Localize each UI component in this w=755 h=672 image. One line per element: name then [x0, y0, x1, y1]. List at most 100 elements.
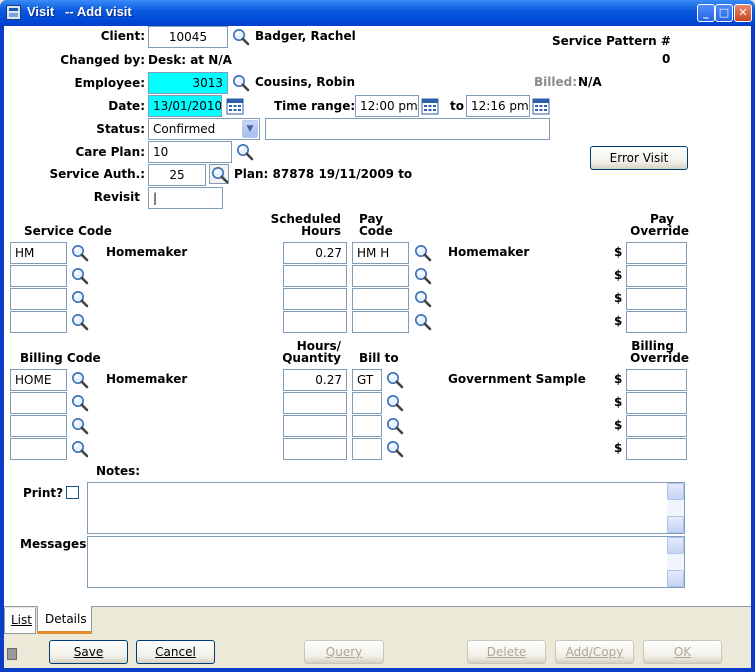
bill-to-field[interactable]: [352, 415, 382, 437]
time-to-icon[interactable]: [532, 97, 550, 115]
delete-button[interactable]: Delete: [467, 640, 546, 664]
billing-code-field[interactable]: [10, 392, 67, 414]
bill-to-field[interactable]: [352, 438, 382, 460]
billing-code-lookup-icon[interactable]: [70, 393, 90, 413]
bill-to-lookup-icon[interactable]: [385, 416, 405, 436]
currency-symbol: $: [614, 395, 623, 409]
messages-scrollbar[interactable]: [667, 537, 684, 587]
ok-button[interactable]: OK: [643, 640, 722, 664]
pay-code-field[interactable]: [352, 265, 409, 287]
billing-code-lookup-icon[interactable]: [70, 370, 90, 390]
billing-code-desc: Homemaker: [106, 372, 188, 386]
bill-to-field[interactable]: [352, 392, 382, 414]
tab-list[interactable]: List: [4, 608, 36, 634]
billing-code-lookup-icon[interactable]: [70, 416, 90, 436]
billing-code-lookup-icon[interactable]: [70, 439, 90, 459]
bill-to-field[interactable]: GT: [352, 369, 382, 391]
pay-override-field[interactable]: [626, 311, 687, 333]
service-code-field[interactable]: [10, 311, 67, 333]
bill-to-lookup-icon[interactable]: [385, 393, 405, 413]
pay-code-lookup-icon[interactable]: [413, 243, 433, 263]
care-plan-label: Care Plan:: [75, 145, 146, 159]
time-from-icon[interactable]: [421, 97, 439, 115]
date-field[interactable]: 13/01/2010: [148, 95, 222, 117]
window: Visit -- Add visit _ □ ✕ Client: 10045 B…: [0, 0, 755, 672]
billing-code-field[interactable]: [10, 415, 67, 437]
client-lookup-icon[interactable]: [231, 27, 251, 47]
hours-quantity-field[interactable]: [283, 392, 347, 414]
service-auth-lookup-icon[interactable]: [209, 164, 229, 184]
tab-details[interactable]: Details: [37, 606, 92, 634]
title-bar[interactable]: Visit -- Add visit _ □ ✕: [0, 0, 755, 26]
chevron-down-icon[interactable]: ▼: [242, 120, 258, 138]
date-calendar-icon[interactable]: [226, 97, 244, 115]
notes-scrollbar[interactable]: [667, 483, 684, 533]
pay-code-field[interactable]: [352, 311, 409, 333]
scroll-down-icon[interactable]: [667, 570, 684, 587]
status-note-field[interactable]: [265, 118, 550, 140]
service-code-lookup-icon[interactable]: [70, 266, 90, 286]
service-code-desc: Homemaker: [106, 245, 188, 259]
bill-to-lookup-icon[interactable]: [385, 370, 405, 390]
app-icon: [6, 5, 21, 20]
scroll-up-icon[interactable]: [667, 483, 684, 500]
billing-override-field[interactable]: [626, 438, 687, 460]
currency-symbol: $: [614, 314, 623, 328]
time-to-field[interactable]: 12:16 pm: [466, 95, 530, 117]
service-code-lookup-icon[interactable]: [70, 289, 90, 309]
minimize-button[interactable]: _: [697, 4, 715, 22]
cancel-button[interactable]: Cancel: [136, 640, 215, 664]
revisit-field[interactable]: |: [148, 187, 223, 209]
close-button[interactable]: ✕: [734, 4, 752, 22]
service-code-lookup-icon[interactable]: [70, 243, 90, 263]
service-code-field[interactable]: [10, 265, 67, 287]
hours-quantity-field[interactable]: [283, 415, 347, 437]
billing-override-field[interactable]: [626, 392, 687, 414]
client-id-field[interactable]: 10045: [148, 26, 228, 48]
delete-label: Delete: [486, 645, 527, 659]
scheduled-hours-field[interactable]: 0.27: [283, 242, 347, 264]
scroll-up-icon[interactable]: [667, 537, 684, 554]
messages-field[interactable]: [87, 536, 685, 588]
service-code-lookup-icon[interactable]: [70, 312, 90, 332]
save-button[interactable]: Save: [49, 640, 128, 664]
employee-id-field[interactable]: 3013: [148, 72, 228, 94]
pay-code-field[interactable]: HM H: [352, 242, 409, 264]
pay-code-lookup-icon[interactable]: [413, 312, 433, 332]
query-button[interactable]: Query: [304, 640, 384, 664]
pay-code-desc: Homemaker: [448, 245, 530, 259]
billing-override-field[interactable]: [626, 369, 687, 391]
care-plan-lookup-icon[interactable]: [235, 142, 255, 162]
pay-override-field[interactable]: [626, 242, 687, 264]
time-from-field[interactable]: 12:00 pm: [355, 95, 419, 117]
scroll-down-icon[interactable]: [667, 516, 684, 533]
service-auth-field[interactable]: 25: [148, 164, 206, 186]
pay-override-field[interactable]: [626, 265, 687, 287]
maximize-button[interactable]: □: [715, 4, 733, 22]
billing-override-header-2: Override: [630, 351, 689, 365]
billing-code-field[interactable]: HOME: [10, 369, 67, 391]
hours-quantity-field[interactable]: 0.27: [283, 369, 347, 391]
service-code-field[interactable]: HM: [10, 242, 67, 264]
status-select[interactable]: Confirmed ▼: [148, 118, 260, 140]
scheduled-hours-field[interactable]: [283, 288, 347, 310]
care-plan-field[interactable]: 10: [148, 141, 232, 163]
notes-field[interactable]: [87, 482, 685, 534]
bill-to-lookup-icon[interactable]: [385, 439, 405, 459]
pay-code-lookup-icon[interactable]: [413, 266, 433, 286]
billing-code-field[interactable]: [10, 438, 67, 460]
scheduled-hours-field[interactable]: [283, 311, 347, 333]
pay-code-lookup-icon[interactable]: [413, 289, 433, 309]
print-checkbox[interactable]: [66, 486, 79, 499]
service-code-field[interactable]: [10, 288, 67, 310]
hours-quantity-field[interactable]: [283, 438, 347, 460]
scheduled-hours-field[interactable]: [283, 265, 347, 287]
add-copy-button[interactable]: Add/Copy: [555, 640, 634, 664]
employee-lookup-icon[interactable]: [231, 73, 251, 93]
billing-override-field[interactable]: [626, 415, 687, 437]
pay-code-field[interactable]: [352, 288, 409, 310]
error-visit-button[interactable]: Error Visit: [590, 146, 688, 170]
minimize-icon: _: [703, 6, 709, 19]
service-pattern-value: 0: [662, 52, 671, 66]
pay-override-field[interactable]: [626, 288, 687, 310]
